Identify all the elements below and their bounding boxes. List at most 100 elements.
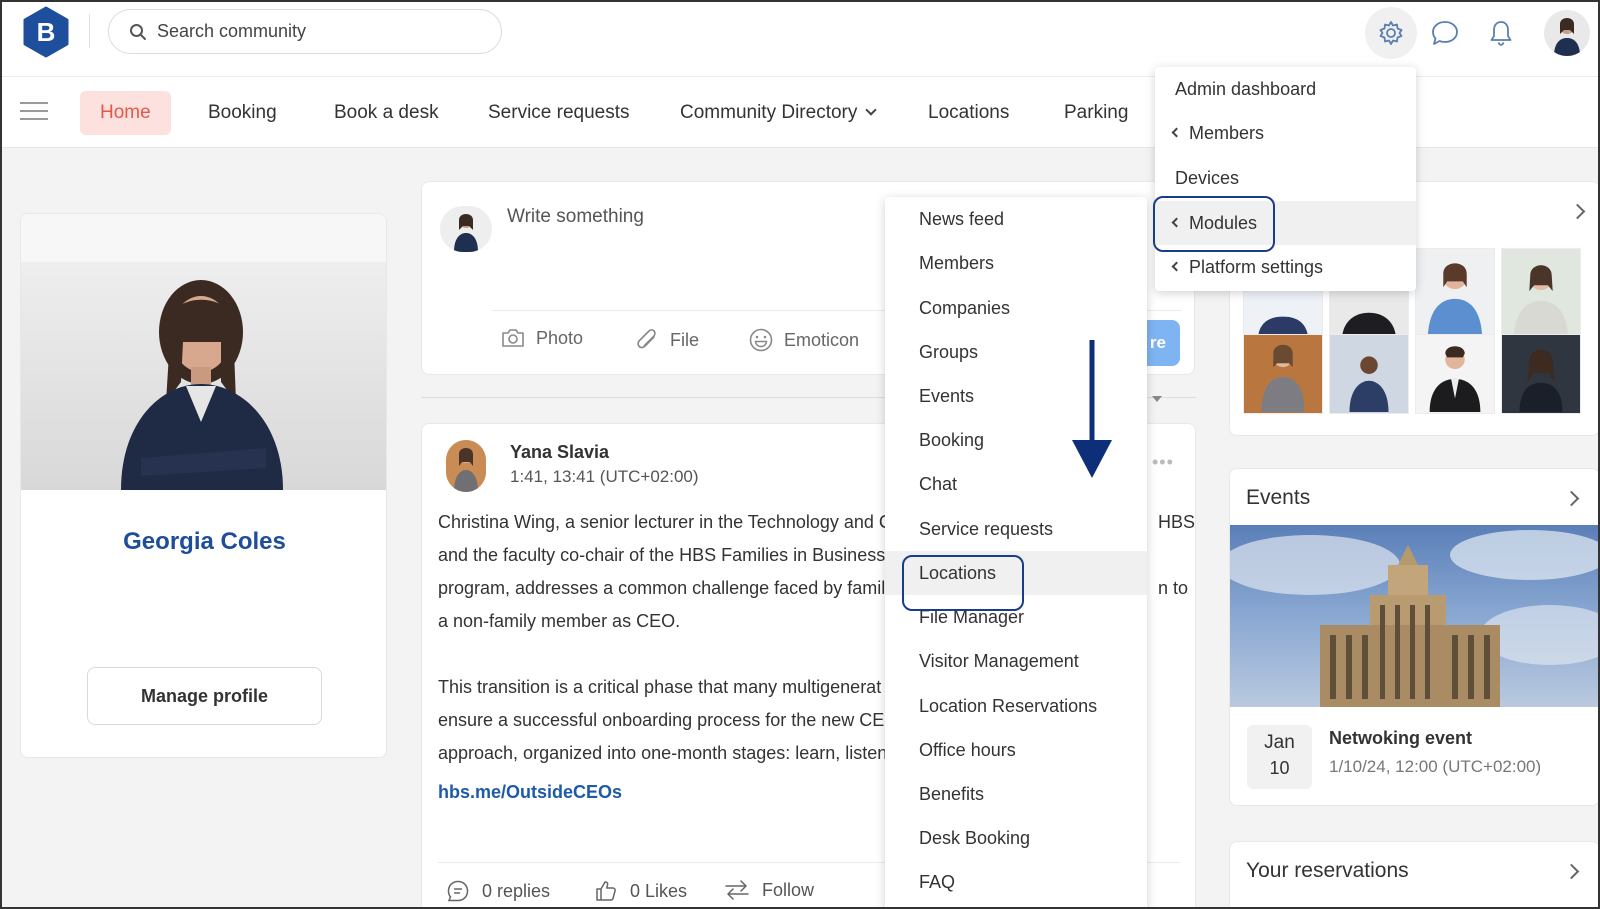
locations-highlight-ring [902, 555, 1024, 611]
member-thumbnail[interactable] [1501, 248, 1581, 344]
header-divider [89, 14, 90, 48]
post-author[interactable]: Yana Slavia [510, 442, 609, 463]
nav-item-label: Community Directory [680, 102, 858, 123]
likes-label: 0 Likes [630, 880, 688, 901]
module-item-faq[interactable]: FAQ [885, 860, 1147, 904]
avatar-photo [1554, 18, 1580, 56]
nav-item-community-directory[interactable]: Community Directory [680, 91, 878, 135]
profile-name[interactable]: Georgia Coles [21, 528, 386, 556]
member-thumbnail[interactable] [1415, 248, 1495, 344]
replies-button[interactable]: 0 replies [446, 879, 550, 903]
settings-menu: Admin dashboard Members Devices Modules … [1155, 67, 1416, 291]
settings-item-devices[interactable]: Devices [1155, 156, 1416, 200]
module-item-members[interactable]: Members [885, 241, 1147, 285]
event-month: Jan [1264, 732, 1295, 753]
event-time: 1/10/24, 12:00 (UTC+02:00) [1329, 757, 1542, 776]
settings-item-label: Members [1189, 123, 1265, 143]
post-link[interactable]: hbs.me/OutsideCEOs [438, 782, 622, 803]
post-author-avatar[interactable] [446, 440, 486, 492]
member-thumbnail[interactable] [1415, 334, 1495, 414]
search-input[interactable] [157, 21, 477, 42]
post-body-right-fragments: HBS n to [1158, 506, 1195, 605]
chevron-right-icon[interactable] [1563, 863, 1580, 880]
profile-photo [21, 262, 386, 490]
post-line-fragment [1158, 539, 1195, 572]
events-card: Events Jan 10 Netwoking event 1/10/24, 1… [1229, 468, 1600, 806]
sort-dropdown-caret-icon[interactable] [1152, 396, 1162, 402]
nav-item-home[interactable]: Home [80, 91, 171, 135]
photo-button[interactable]: Photo [500, 327, 583, 349]
messages-button[interactable] [1419, 7, 1471, 59]
event-name[interactable]: Netwoking event [1329, 728, 1472, 749]
manage-profile-button[interactable]: Manage profile [87, 667, 322, 725]
module-item-visitor-management[interactable]: Visitor Management [885, 639, 1147, 683]
file-label: File [670, 329, 700, 350]
hamburger-icon[interactable] [20, 102, 48, 122]
profile-banner [21, 214, 386, 262]
emoticon-label: Emoticon [784, 329, 860, 350]
modules-menu: News feed Members Companies Groups Event… [885, 197, 1147, 909]
reservations-title[interactable]: Your reservations [1246, 859, 1409, 883]
photo-label: Photo [536, 327, 584, 348]
down-arrow-icon [1072, 340, 1112, 478]
modules-highlight-ring [1153, 196, 1275, 252]
chevron-left-icon [1171, 127, 1182, 138]
chevron-down-icon [865, 104, 878, 116]
brand-logo[interactable]: B [22, 6, 70, 58]
module-item-desk-booking[interactable]: Desk Booking [885, 816, 1147, 860]
nav-item-parking[interactable]: Parking [1064, 91, 1128, 135]
comment-icon [447, 880, 469, 902]
module-item-service-requests[interactable]: Service requests [885, 507, 1147, 551]
chevron-right-icon[interactable] [1569, 203, 1586, 220]
post-timestamp: 1:41, 13:41 (UTC+02:00) [510, 467, 699, 486]
profile-card: Georgia Coles Manage profile [20, 213, 387, 758]
smiley-icon [749, 328, 773, 352]
notifications-button[interactable] [1475, 7, 1527, 59]
events-title[interactable]: Events [1246, 486, 1310, 510]
member-thumbnail[interactable] [1501, 334, 1581, 414]
bell-icon [1490, 21, 1512, 46]
paperclip-icon [637, 329, 656, 349]
follow-label: Follow [762, 879, 815, 900]
user-avatar[interactable] [1544, 10, 1590, 56]
event-date: Jan 10 [1247, 725, 1312, 789]
follow-button[interactable]: Follow [724, 879, 814, 901]
settings-item-label: Platform settings [1189, 257, 1324, 277]
thumbs-up-icon [596, 881, 616, 901]
like-button[interactable]: 0 Likes [594, 879, 687, 903]
file-button[interactable]: File [634, 327, 699, 353]
search-icon [130, 23, 146, 40]
chevron-left-icon [1171, 261, 1182, 272]
module-item-office-hours[interactable]: Office hours [885, 728, 1147, 772]
nav-item-booking[interactable]: Booking [208, 91, 277, 135]
swap-arrows-icon [725, 880, 749, 900]
search-bar[interactable] [108, 9, 502, 54]
settings-item-members[interactable]: Members [1155, 111, 1416, 155]
module-item-companies[interactable]: Companies [885, 286, 1147, 330]
settings-button[interactable] [1365, 7, 1417, 59]
composer-avatar [440, 206, 492, 252]
module-item-location-reservations[interactable]: Location Reservations [885, 684, 1147, 728]
settings-item-admin-dashboard[interactable]: Admin dashboard [1155, 67, 1416, 111]
member-thumbnail[interactable] [1243, 334, 1323, 414]
chat-bubble-icon [1432, 21, 1458, 45]
event-day: 10 [1269, 758, 1290, 778]
nav-item-locations[interactable]: Locations [928, 91, 1009, 135]
member-thumbnail[interactable] [1329, 334, 1409, 414]
more-options-icon[interactable]: ••• [1152, 452, 1174, 473]
nav-item-service-requests[interactable]: Service requests [488, 91, 630, 135]
chevron-right-icon[interactable] [1563, 490, 1580, 507]
gear-icon [1379, 21, 1403, 45]
nav-item-book-a-desk[interactable]: Book a desk [334, 91, 439, 135]
event-image[interactable] [1230, 525, 1599, 707]
module-item-news-feed[interactable]: News feed [885, 197, 1147, 241]
emoticon-button[interactable]: Emoticon [748, 327, 859, 353]
camera-icon [502, 329, 524, 347]
reservations-card: Your reservations [1229, 841, 1600, 909]
post-line-fragment: HBS [1158, 512, 1196, 532]
post-line-fragment: n to [1158, 578, 1189, 598]
composer-input[interactable]: Write something [507, 206, 644, 228]
module-item-benefits[interactable]: Benefits [885, 772, 1147, 816]
replies-label: 0 replies [482, 880, 551, 901]
top-bar: B [0, 0, 1600, 76]
